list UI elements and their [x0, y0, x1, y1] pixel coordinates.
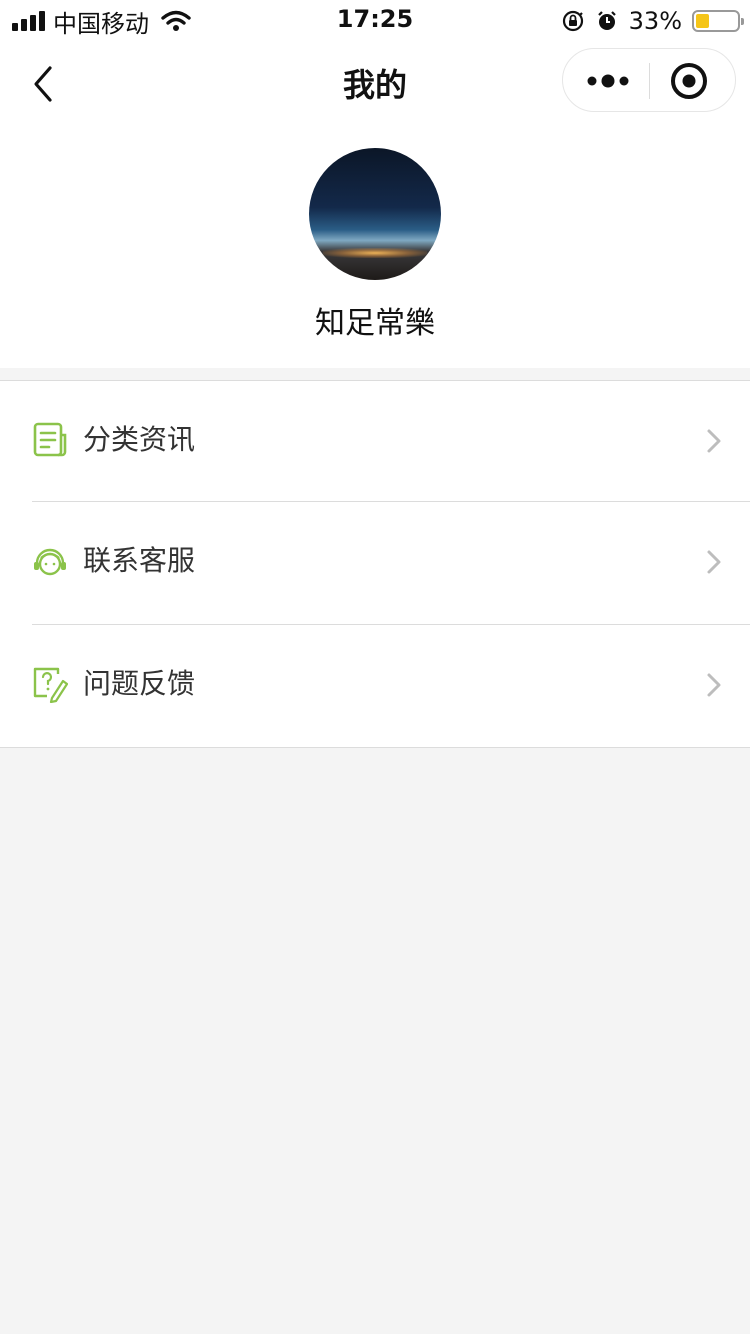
menu-item-label: 问题反馈	[83, 667, 196, 700]
nav-bar: 我的	[0, 40, 750, 128]
menu-item-label: 联系客服	[83, 544, 196, 577]
customer-service-icon	[34, 548, 66, 576]
status-bar: 中国移动 17:25 33%	[0, 0, 750, 40]
alarm-icon	[597, 11, 616, 30]
menu-item-feedback[interactable]: 问题反馈	[0, 625, 750, 745]
battery-tip	[741, 18, 744, 25]
chevron-right-icon	[707, 429, 721, 453]
battery-fill	[696, 14, 710, 28]
more-dots-icon[interactable]	[583, 49, 633, 111]
battery-icon	[692, 10, 744, 32]
capsule-divider	[649, 63, 650, 99]
user-name: 知足常樂	[315, 306, 435, 341]
feedback-icon	[33, 667, 68, 703]
menu-item-label: 分类资讯	[83, 423, 196, 456]
chevron-right-icon	[707, 673, 721, 697]
avatar[interactable]	[309, 148, 441, 280]
chevron-right-icon	[707, 550, 721, 574]
menu-item-category-news[interactable]: 分类资讯	[0, 381, 750, 501]
menu-item-contact-service[interactable]: 联系客服	[0, 502, 750, 622]
orientation-lock-icon	[562, 10, 583, 32]
mini-program-capsule	[562, 48, 736, 112]
menu-list: 分类资讯 联系客服 问题反馈	[0, 380, 750, 748]
document-icon	[33, 422, 67, 457]
avatar-city-lights	[323, 248, 427, 258]
status-right: 33%	[561, 6, 744, 36]
target-close-icon[interactable]	[669, 61, 709, 101]
profile-section: 知足常樂	[0, 128, 750, 368]
battery-percent: 33%	[628, 7, 682, 35]
